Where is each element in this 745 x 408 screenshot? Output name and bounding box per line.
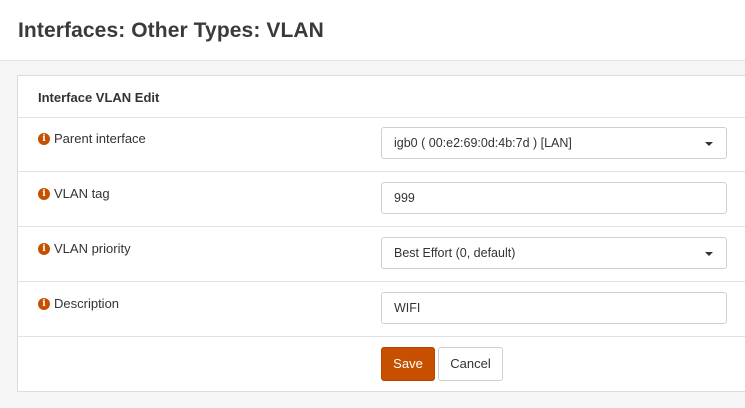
info-icon[interactable]: i — [38, 297, 50, 310]
description-input[interactable]: WIFI — [381, 292, 727, 324]
caret-down-icon — [705, 142, 713, 146]
vlan-tag-label: i VLAN tag — [38, 186, 110, 201]
panel-heading-title: Interface VLAN Edit — [38, 90, 160, 105]
parent-interface-value: igb0 ( 00:e2:69:0d:4b:7d ) [LAN] — [394, 136, 572, 150]
form-actions: Save Cancel — [18, 338, 745, 391]
vlan-priority-value: Best Effort (0, default) — [394, 246, 516, 260]
parent-interface-select[interactable]: igb0 ( 00:e2:69:0d:4b:7d ) [LAN] — [381, 127, 727, 159]
description-value: WIFI — [394, 301, 421, 315]
parent-interface-label-text: Parent interface — [54, 131, 146, 146]
cancel-button[interactable]: Cancel — [438, 347, 503, 381]
parent-interface-label: i Parent interface — [38, 131, 146, 146]
info-icon[interactable]: i — [38, 132, 50, 145]
row-parent-interface: i Parent interface igb0 ( 00:e2:69:0d:4b… — [18, 117, 745, 172]
vlan-edit-panel: Interface VLAN Edit i Parent interface i… — [17, 75, 745, 392]
row-vlan-tag: i VLAN tag 999 — [18, 172, 745, 227]
vlan-priority-label: i VLAN priority — [38, 241, 131, 256]
page-header: Interfaces: Other Types: VLAN — [0, 0, 745, 61]
panel-heading: Interface VLAN Edit — [18, 76, 745, 118]
vlan-tag-value: 999 — [394, 191, 415, 205]
vlan-tag-input[interactable]: 999 — [381, 182, 727, 214]
vlan-priority-select[interactable]: Best Effort (0, default) — [381, 237, 727, 269]
info-icon[interactable]: i — [38, 242, 50, 255]
row-vlan-priority: i VLAN priority Best Effort (0, default) — [18, 227, 745, 282]
caret-down-icon — [705, 252, 713, 256]
description-label-text: Description — [54, 296, 120, 311]
page-title: Interfaces: Other Types: VLAN — [18, 19, 324, 42]
description-label: i Description — [38, 296, 119, 311]
row-description: i Description WIFI — [18, 282, 745, 337]
save-button[interactable]: Save — [381, 347, 435, 381]
info-icon[interactable]: i — [38, 187, 50, 200]
vlan-priority-label-text: VLAN priority — [54, 241, 131, 256]
vlan-tag-label-text: VLAN tag — [54, 186, 110, 201]
